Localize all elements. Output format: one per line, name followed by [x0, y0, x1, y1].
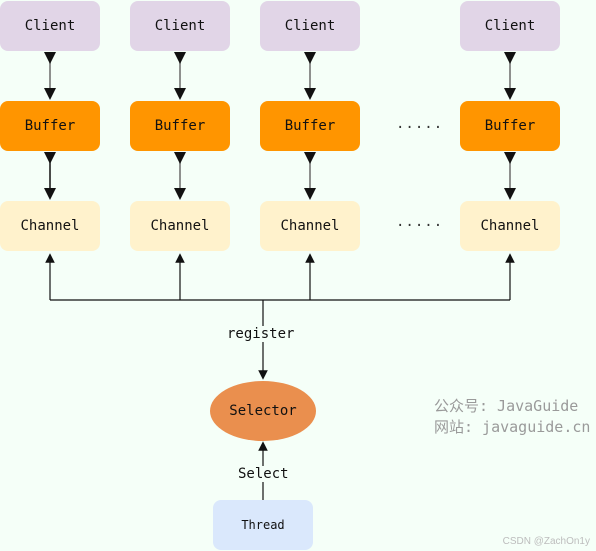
buffer-box: Buffer: [130, 101, 230, 151]
client-box: Client: [0, 1, 100, 51]
channel-box: Channel: [260, 201, 360, 251]
channel-ellipsis: .....: [396, 214, 444, 230]
connector-lines: [44, 52, 516, 500]
select-label: Select: [236, 466, 291, 482]
selector-label: Selector: [229, 403, 297, 419]
client-box: Client: [130, 1, 230, 51]
buffer-box: Buffer: [460, 101, 560, 151]
register-label: register: [225, 326, 297, 342]
selector-node: Selector: [210, 381, 316, 441]
channel-box: Channel: [460, 201, 560, 251]
channel-box: Channel: [130, 201, 230, 251]
csdn-credit: CSDN @ZachOn1y: [502, 536, 590, 547]
thread-box: Thread: [213, 500, 313, 550]
watermark: 公众号: JavaGuide 网站: javaguide.cn: [434, 396, 590, 438]
client-box: Client: [460, 1, 560, 51]
client-box: Client: [260, 1, 360, 51]
channel-box: Channel: [0, 201, 100, 251]
watermark-line-1: 公众号: JavaGuide: [434, 397, 579, 415]
buffer-box: Buffer: [0, 101, 100, 151]
watermark-line-2: 网站: javaguide.cn: [434, 418, 591, 436]
buffer-box: Buffer: [260, 101, 360, 151]
buffer-ellipsis: .....: [396, 116, 444, 132]
